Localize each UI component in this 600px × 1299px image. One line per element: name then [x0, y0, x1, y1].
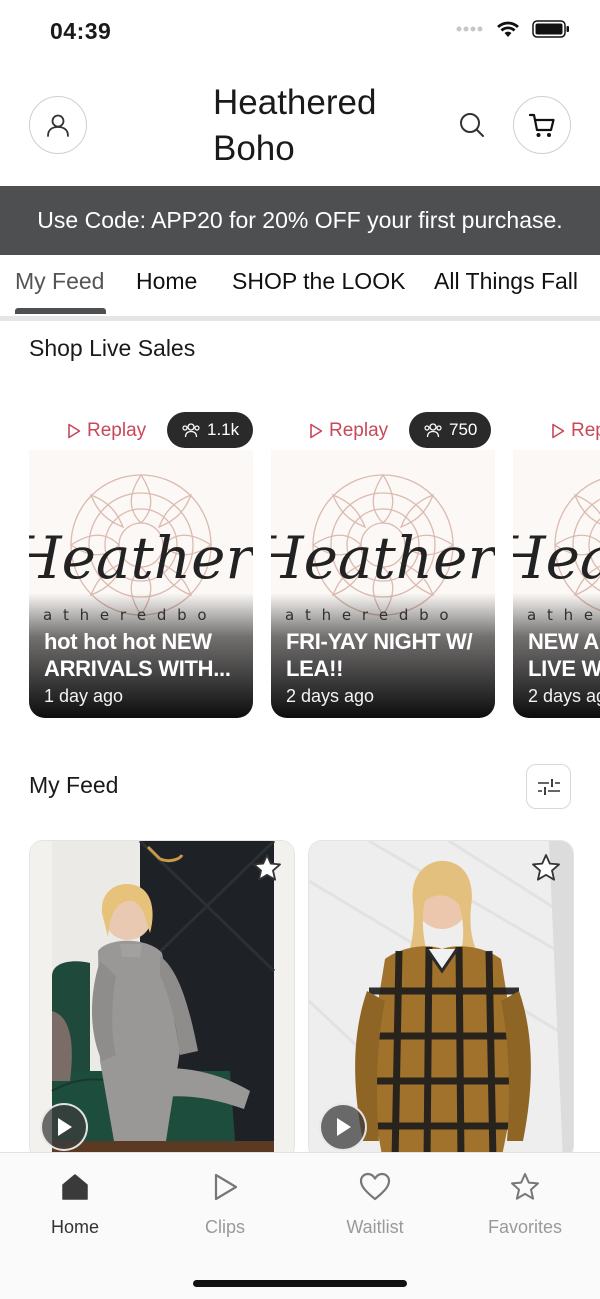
- live-card-time: 2 days ago: [286, 686, 375, 706]
- star-icon: [532, 854, 560, 881]
- live-card-title: NEW ARRIVALS LIVE W/: [528, 629, 600, 681]
- live-thumbnail[interactable]: Heathered Bo a t h e r e d b o FRI-YAY N…: [271, 450, 495, 718]
- home-indicator[interactable]: [193, 1280, 407, 1287]
- feed-title: My Feed: [29, 772, 119, 798]
- feed-card[interactable]: [308, 840, 574, 1160]
- play-outline-icon: [214, 1173, 238, 1201]
- app-header: Heathered Boho: [0, 66, 600, 186]
- filter-button[interactable]: [526, 764, 571, 809]
- viewer-count: 750: [449, 420, 478, 439]
- tabs-divider: [0, 316, 600, 321]
- nav-label: Home: [50, 1217, 99, 1237]
- group-icon: [182, 423, 200, 438]
- favorite-button[interactable]: [250, 851, 284, 885]
- tab-home[interactable]: Home: [136, 268, 197, 295]
- status-time: 04:39: [50, 18, 112, 44]
- replay-label: Replay: [571, 420, 600, 441]
- live-card[interactable]: Replay 1.1k Heathere: [29, 400, 254, 718]
- viewer-count-badge: 750: [409, 412, 492, 448]
- replay-link[interactable]: Replay: [309, 420, 388, 442]
- tab-all-things-fall[interactable]: All Things Fall: [434, 268, 578, 295]
- category-tabs: My Feed Home SHOP the LOOK All Things Fa…: [0, 255, 600, 321]
- promo-banner[interactable]: Use Code: APP20 for 20% OFF your first p…: [0, 186, 600, 255]
- status-bar: 04:39: [0, 0, 600, 66]
- nav-label: Waitlist: [346, 1217, 404, 1237]
- nav-waitlist[interactable]: Waitlist: [300, 1167, 450, 1247]
- play-icon: [337, 1118, 351, 1136]
- home-icon: [62, 1174, 88, 1200]
- sliders-icon: [537, 778, 560, 795]
- live-card-time: 1 day ago: [44, 686, 124, 706]
- heart-icon: [359, 1172, 391, 1201]
- svg-text:Heathered Bo: Heathered Bo: [513, 524, 600, 592]
- nav-favorites[interactable]: Favorites: [450, 1167, 600, 1247]
- star-icon: [511, 1173, 539, 1200]
- star-icon: [253, 854, 281, 881]
- feed-card[interactable]: [29, 840, 295, 1160]
- battery-icon: [532, 20, 569, 38]
- svg-text:Heathered Bo: Heathered Bo: [271, 524, 495, 592]
- logo-script-text: Heathered Bo: [29, 524, 253, 592]
- live-thumbnail[interactable]: Heathered Bo a t h e r e d b o hot hot h…: [29, 450, 253, 718]
- live-sales-title: Shop Live Sales: [29, 335, 196, 361]
- tab-my-feed[interactable]: My Feed: [15, 268, 104, 295]
- viewer-count-badge: 1.1k: [167, 412, 254, 448]
- live-card[interactable]: Replay Heathered Bo a t h e r e d b o NE…: [513, 400, 600, 718]
- cart-icon: [528, 113, 555, 137]
- play-outline-icon: [552, 423, 565, 439]
- live-thumbnail[interactable]: Heathered Bo a t h e r e d b o NEW ARRIV…: [513, 450, 600, 718]
- profile-button[interactable]: [29, 96, 87, 154]
- favorite-button[interactable]: [529, 851, 563, 885]
- replay-label: Replay: [329, 420, 389, 441]
- nav-home[interactable]: Home: [0, 1167, 150, 1247]
- live-card-meta: Replay 1.1k: [29, 412, 254, 448]
- play-outline-icon: [68, 423, 81, 439]
- replay-link[interactable]: Replay: [67, 420, 146, 442]
- live-card-title: hot hot hot NEW ARRIVALS WITH...: [44, 629, 231, 681]
- promo-text: Use Code: APP20 for 20% OFF your first p…: [37, 207, 563, 233]
- search-icon: [460, 113, 484, 137]
- nav-label: Favorites: [487, 1217, 563, 1237]
- signal-icon: [456, 26, 483, 32]
- wifi-icon: [497, 21, 519, 37]
- cart-button[interactable]: [513, 96, 571, 154]
- nav-label: Clips: [204, 1217, 245, 1237]
- bottom-nav: Home Clips Waitlist Favorites: [0, 1152, 600, 1299]
- play-outline-icon: [310, 423, 323, 439]
- replay-label: Replay: [87, 420, 147, 441]
- live-card-title: FRI-YAY NIGHT W/ LEA!!: [286, 629, 473, 681]
- play-icon: [58, 1118, 72, 1136]
- active-tab-indicator: [15, 308, 106, 314]
- play-video-button[interactable]: [40, 1103, 88, 1151]
- viewer-count: 1.1k: [207, 420, 240, 439]
- live-card-meta: Replay: [513, 412, 600, 448]
- nav-clips[interactable]: Clips: [150, 1167, 300, 1247]
- play-video-button[interactable]: [319, 1103, 367, 1151]
- user-icon: [47, 114, 69, 137]
- live-card[interactable]: Replay 750 Heathered: [271, 400, 495, 718]
- status-icons: [456, 20, 570, 38]
- live-sales-carousel[interactable]: Replay 1.1k Heathere: [0, 400, 600, 730]
- tab-shop-the-look[interactable]: SHOP the LOOK: [232, 268, 405, 295]
- search-button[interactable]: [455, 108, 489, 142]
- brand-title: Heathered Boho: [213, 83, 377, 168]
- live-card-meta: Replay 750: [271, 412, 495, 448]
- replay-link[interactable]: Replay: [551, 420, 600, 442]
- live-card-time: 2 days ago: [528, 686, 600, 706]
- group-icon: [424, 423, 442, 438]
